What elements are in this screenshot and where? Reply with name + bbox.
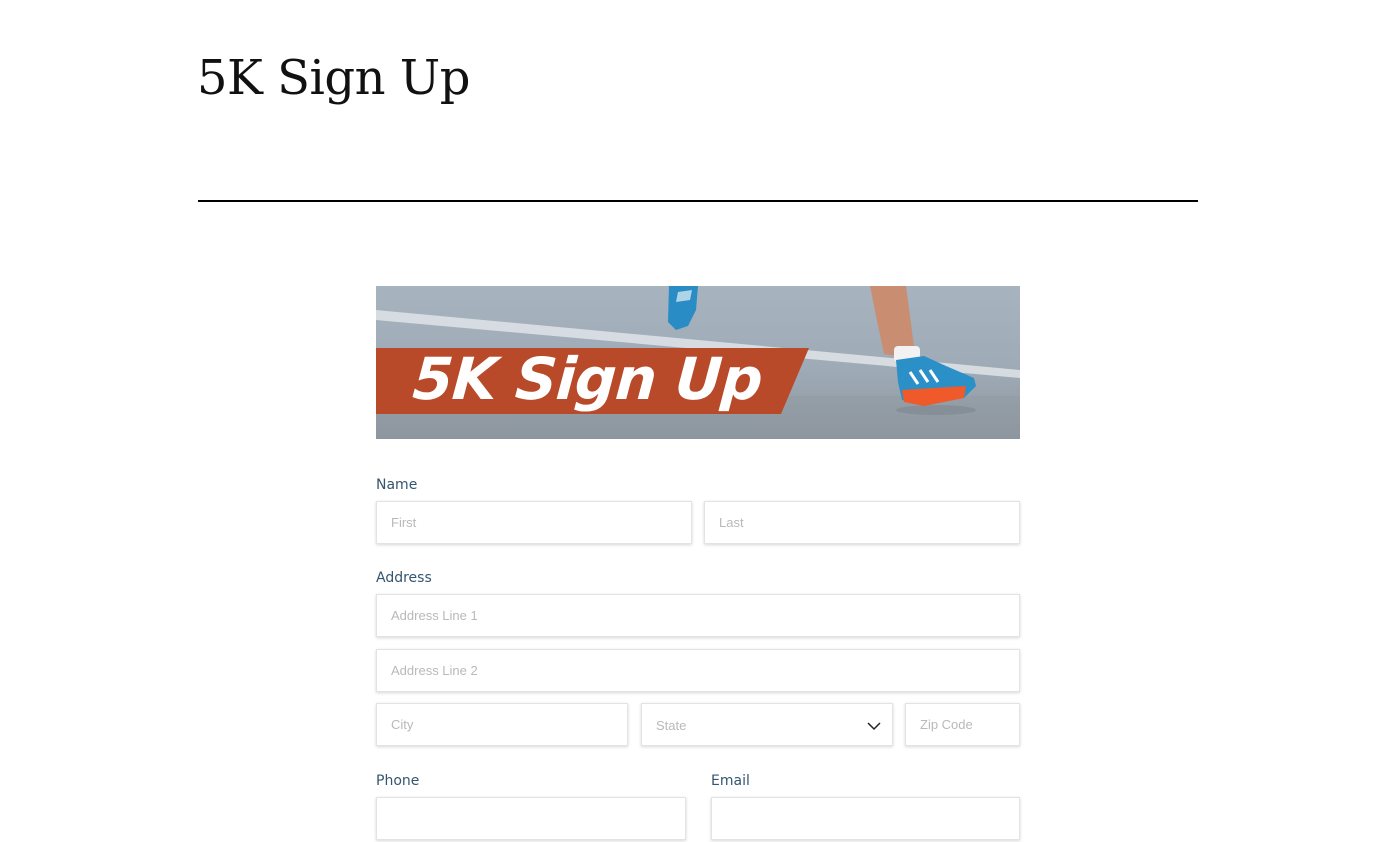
- address-line1-input[interactable]: [376, 594, 1020, 637]
- name-label: Name: [376, 477, 418, 493]
- last-name-input[interactable]: [704, 501, 1020, 544]
- zip-code-input[interactable]: [905, 703, 1020, 746]
- chevron-down-icon: [867, 722, 881, 731]
- banner-title: 5K Sign Up: [410, 345, 765, 413]
- page-title: 5K Sign Up: [197, 50, 470, 106]
- signup-banner: 5K Sign Up: [376, 286, 1020, 439]
- first-name-input[interactable]: [376, 501, 692, 544]
- state-select-value: State: [656, 718, 687, 733]
- title-divider: [198, 200, 1198, 202]
- address-label: Address: [376, 570, 432, 586]
- address-line2-input[interactable]: [376, 649, 1020, 692]
- phone-input[interactable]: [376, 797, 686, 840]
- email-label: Email: [711, 773, 750, 789]
- city-input[interactable]: [376, 703, 628, 746]
- state-select[interactable]: State: [641, 703, 893, 746]
- signup-form: 5K Sign Up: [376, 286, 1020, 439]
- phone-label: Phone: [376, 773, 420, 789]
- email-input[interactable]: [711, 797, 1020, 840]
